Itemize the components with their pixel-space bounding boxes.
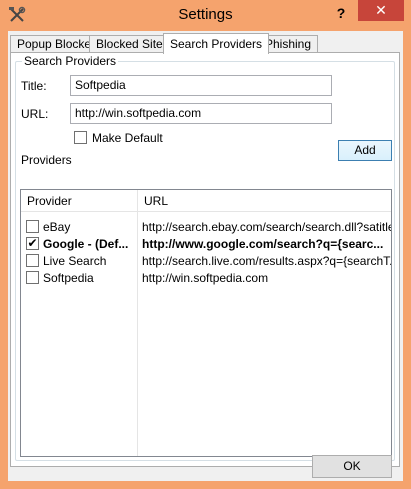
- url-field[interactable]: http://win.softpedia.com: [70, 103, 332, 124]
- title-bar[interactable]: Settings ? ✕: [0, 0, 411, 30]
- tab-search-providers[interactable]: Search Providers: [163, 33, 270, 54]
- row-checkbox[interactable]: [26, 254, 39, 267]
- url-label: URL:: [21, 107, 49, 121]
- row-checkbox[interactable]: [26, 271, 39, 284]
- column-header-url[interactable]: URL: [138, 190, 391, 212]
- ok-button[interactable]: OK: [312, 455, 392, 478]
- provider-url: http://www.google.com/search?q={searc...: [142, 237, 384, 251]
- provider-name: eBay: [43, 220, 71, 234]
- providers-list[interactable]: Provider URL eBay http://search.ebay.com…: [20, 189, 392, 457]
- list-item[interactable]: ✔ Google - (Def... http://www.google.com…: [21, 236, 391, 252]
- dialog-client-area: Popup Blocker Blocked Sites Search Provi…: [8, 31, 403, 481]
- help-button[interactable]: ?: [328, 2, 354, 24]
- search-providers-panel: Search Providers Title: Softpedia URL: h…: [10, 52, 400, 467]
- provider-url: http://search.ebay.com/search/search.dll…: [142, 220, 391, 234]
- list-item[interactable]: eBay http://search.ebay.com/search/searc…: [21, 219, 391, 235]
- provider-url: http://search.live.com/results.aspx?q={s…: [142, 254, 391, 268]
- search-providers-group: Search Providers Title: Softpedia URL: h…: [15, 54, 395, 461]
- group-title: Search Providers: [22, 54, 119, 68]
- provider-name: Live Search: [43, 254, 107, 268]
- list-header: Provider URL: [21, 190, 391, 212]
- provider-name: Softpedia: [43, 271, 94, 285]
- title-field[interactable]: Softpedia: [70, 75, 332, 96]
- provider-name: Google - (Def...: [43, 237, 129, 251]
- make-default-label[interactable]: Make Default: [92, 131, 163, 145]
- provider-url: http://win.softpedia.com: [142, 271, 269, 285]
- list-item[interactable]: Live Search http://search.live.com/resul…: [21, 253, 391, 269]
- add-button[interactable]: Add: [338, 140, 392, 161]
- row-checkbox[interactable]: [26, 220, 39, 233]
- title-label: Title:: [21, 79, 47, 93]
- make-default-checkbox[interactable]: [74, 131, 87, 144]
- row-checkbox[interactable]: ✔: [26, 237, 39, 250]
- close-button[interactable]: ✕: [358, 0, 404, 21]
- list-item[interactable]: Softpedia http://win.softpedia.com: [21, 270, 391, 286]
- settings-window: Settings ? ✕ Popup Blocker Blocked Sites…: [0, 0, 411, 489]
- providers-label: Providers: [21, 153, 72, 167]
- column-header-provider[interactable]: Provider: [21, 190, 138, 212]
